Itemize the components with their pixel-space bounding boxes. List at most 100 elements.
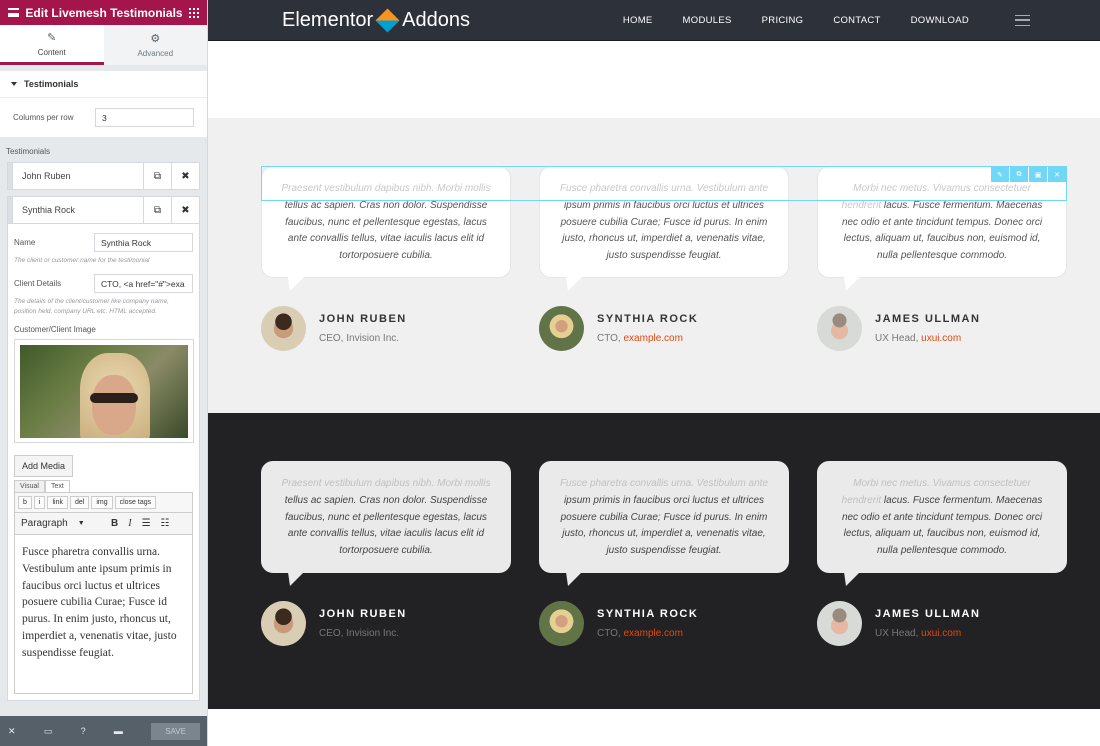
testimonial-text-editor[interactable]: Fusce pharetra convallis urna. Vestibulu…	[14, 534, 193, 694]
columns-input[interactable]: 3	[95, 108, 194, 127]
avatar	[261, 306, 306, 351]
help-icon[interactable]: ?	[81, 726, 86, 736]
section-testimonials-toggle[interactable]: Testimonials	[0, 71, 207, 97]
numbered-list-icon[interactable]: ☷	[161, 518, 170, 529]
author-role: CTO, example.com	[597, 333, 683, 344]
quicktags-toolbar: b i link del img close tags	[14, 492, 193, 512]
author-link[interactable]: example.com	[623, 333, 682, 344]
repeater-item-body: Name Synthia Rock The client or customer…	[7, 224, 200, 701]
widget-toolbar: ✎ ⧉ ▣ ✕	[990, 167, 1066, 182]
site-logo[interactable]: Elementor Addons	[282, 7, 470, 33]
image-chooser[interactable]	[14, 339, 194, 443]
logo-diamond-icon	[375, 7, 400, 33]
client-details-field: Client Details CTO, <a href="#">exa	[14, 274, 193, 293]
bold-icon[interactable]: B	[111, 518, 118, 529]
close-icon[interactable]: ✕	[8, 726, 16, 737]
testimonial-card: Praesent vestibulum dapibus nibh. Morbi …	[261, 461, 511, 586]
tab-advanced[interactable]: ⚙ Advanced	[103, 25, 207, 65]
tab-content[interactable]: ✎ Content	[0, 25, 104, 65]
quicktag-close-tags[interactable]: close tags	[114, 496, 157, 509]
avatar	[261, 601, 306, 646]
author-name: JAMES ULLMAN	[875, 313, 981, 325]
testimonial-author: JOHN RUBEN CEO, Invision Inc.	[261, 601, 407, 646]
image-label: Customer/Client Image	[14, 325, 96, 334]
testimonial-author: JAMES ULLMAN UX Head, uxui.com	[817, 601, 980, 646]
save-button[interactable]: SAVE	[151, 722, 200, 740]
author-link[interactable]: uxui.com	[921, 628, 961, 639]
avatar	[817, 306, 862, 351]
author-role: CTO, example.com	[597, 628, 683, 639]
section-title: Testimonials	[24, 79, 79, 89]
tab-content-label: Content	[37, 47, 66, 57]
format-select[interactable]: Paragraph ▼	[21, 518, 101, 529]
remove-icon[interactable]: ✖	[171, 163, 199, 189]
author-name: JAMES ULLMAN	[875, 608, 981, 620]
panel-footer: ✕ ▭ ? ▬ SAVE	[0, 716, 207, 746]
name-input[interactable]: Synthia Rock	[94, 233, 193, 252]
italic-icon[interactable]: I	[128, 518, 131, 529]
testimonial-author: JAMES ULLMAN UX Head, uxui.com	[817, 306, 980, 351]
duplicate-icon[interactable]: ⧉	[1010, 167, 1028, 182]
client-details-input[interactable]: CTO, <a href="#">exa	[94, 274, 193, 293]
menu-item-home[interactable]: HOME	[623, 15, 653, 26]
author-link[interactable]: uxui.com	[921, 333, 961, 344]
quicktag-img[interactable]: img	[91, 496, 113, 509]
folder-icon[interactable]: ▬	[114, 726, 123, 736]
menu-item-download[interactable]: DOWNLOAD	[911, 15, 969, 26]
bullet-list-icon[interactable]: ☰	[142, 518, 151, 529]
quicktag-bold[interactable]: b	[18, 496, 32, 509]
quicktag-del[interactable]: del	[69, 496, 90, 509]
repeater-item-title: John Ruben	[22, 171, 71, 181]
editor-mode-tabs: Visual Text	[14, 480, 193, 492]
remove-icon[interactable]: ✕	[1048, 167, 1066, 182]
panel-header: Edit Livemesh Testimonials	[0, 0, 207, 25]
visual-tab[interactable]: Visual	[14, 480, 45, 492]
author-name: SYNTHIA ROCK	[597, 313, 699, 325]
menu-icon[interactable]	[8, 8, 19, 17]
author-role: UX Head, uxui.com	[875, 628, 962, 639]
format-value: Paragraph	[21, 518, 68, 529]
author-role: CEO, Invision Inc.	[319, 628, 400, 639]
text-tab[interactable]: Text	[44, 480, 70, 492]
menu-item-contact[interactable]: CONTACT	[833, 15, 880, 26]
tab-advanced-label: Advanced	[137, 49, 174, 58]
quicktag-link[interactable]: link	[47, 496, 68, 509]
remove-icon[interactable]: ✖	[171, 197, 199, 223]
author-name: SYNTHIA ROCK	[597, 608, 699, 620]
editor-panel: Edit Livemesh Testimonials ✎ Content ⚙ A…	[0, 0, 208, 746]
widgets-grid-icon[interactable]	[189, 7, 199, 18]
client-image-preview	[20, 345, 188, 438]
site-header: Elementor Addons HOME MODULES PRICING CO…	[208, 0, 1100, 41]
add-media-button[interactable]: Add Media	[14, 455, 74, 477]
edit-icon[interactable]: ✎	[991, 167, 1009, 182]
author-link[interactable]: example.com	[623, 628, 682, 639]
repeater-item-synthia-rock[interactable]: Synthia Rock ⧉ ✖	[7, 196, 200, 224]
menu-item-modules[interactable]: MODULES	[683, 15, 732, 26]
main-menu: HOME MODULES PRICING CONTACT DOWNLOAD	[593, 14, 1030, 26]
duplicate-icon[interactable]: ⧉	[143, 197, 171, 223]
save-icon[interactable]: ▣	[1029, 167, 1047, 182]
logo-text-left: Elementor	[282, 8, 374, 31]
panel-title: Edit Livemesh Testimonials	[25, 5, 183, 20]
name-label: Name	[14, 238, 36, 247]
gear-icon: ⚙	[150, 33, 161, 45]
repeater-item-john-ruben[interactable]: John Ruben ⧉ ✖	[7, 162, 200, 190]
testimonial-card: Morbi nec metus. Vivamus consectetuer he…	[817, 461, 1067, 586]
quicktag-italic[interactable]: i	[33, 496, 46, 509]
client-details-description: The details of the client/customer like …	[14, 298, 169, 315]
client-details-label: Client Details	[14, 279, 62, 288]
hamburger-menu-icon[interactable]	[1015, 14, 1030, 26]
responsive-desktop-icon[interactable]: ▭	[44, 726, 53, 737]
testimonial-card: Fusce pharetra convallis urna. Vestibulu…	[539, 461, 789, 586]
author-name: JOHN RUBEN	[319, 608, 407, 620]
repeater-label: Testimonials	[6, 147, 51, 156]
menu-item-pricing[interactable]: PRICING	[762, 15, 804, 26]
widget-selection-outline[interactable]: ✎ ⧉ ▣ ✕	[261, 166, 1067, 201]
author-name: JOHN RUBEN	[319, 313, 407, 325]
columns-label: Columns per row	[13, 113, 74, 122]
duplicate-icon[interactable]: ⧉	[143, 163, 171, 189]
testimonial-author: SYNTHIA ROCK CTO, example.com	[539, 601, 698, 646]
testimonial-author: SYNTHIA ROCK CTO, example.com	[539, 306, 698, 351]
name-description: The client or customer name for the test…	[14, 257, 150, 264]
testimonials-section-dark: Praesent vestibulum dapibus nibh. Morbi …	[208, 413, 1100, 709]
